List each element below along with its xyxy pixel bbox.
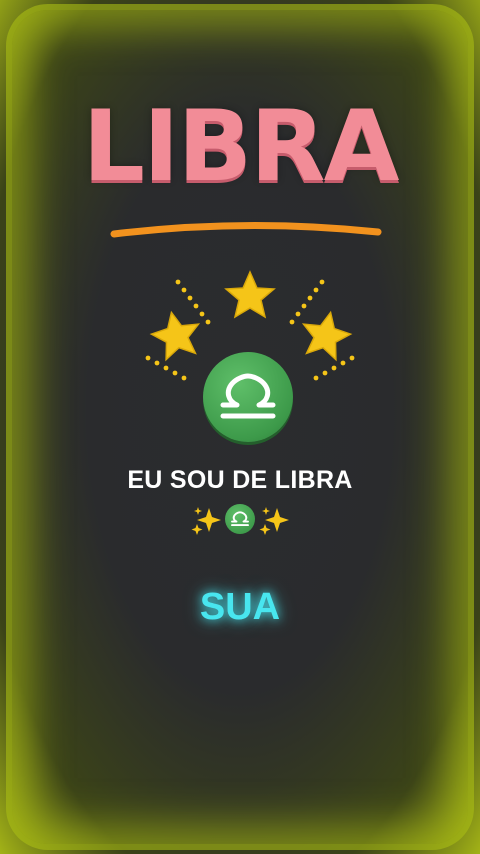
sparkles-icon	[259, 507, 289, 535]
highlight-word: SUA	[199, 586, 281, 628]
star-icon	[301, 310, 353, 362]
caption-text: EU SOU DE LIBRA	[127, 466, 353, 494]
star-icon	[149, 310, 201, 362]
zodiac-title: LIBRA	[82, 90, 400, 204]
libra-sign-icon	[203, 352, 293, 442]
sparkles-icon	[191, 507, 221, 535]
libra-sign-icon	[225, 504, 255, 534]
title-underline	[110, 221, 382, 238]
star-icon	[224, 270, 276, 319]
emoji-row	[0, 504, 480, 538]
story-frame: LIBRA EU SOU DE LIBRA SUA	[0, 0, 480, 854]
